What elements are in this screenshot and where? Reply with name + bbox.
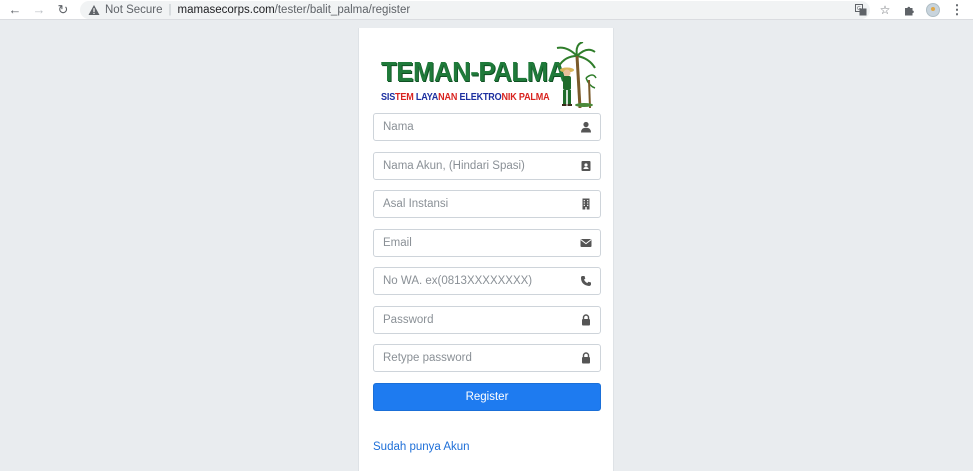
institution-input[interactable] [374, 191, 574, 217]
logo: TEMAN-PALMA SISTEM LAYANAN ELEKTRONIK PA… [381, 42, 597, 108]
forward-icon[interactable]: → [30, 1, 48, 19]
email-field[interactable] [373, 229, 601, 257]
profile-avatar[interactable] [923, 0, 943, 20]
palm-mascot-icon [556, 42, 597, 108]
translate-icon[interactable]: G [851, 0, 871, 20]
extensions-icon[interactable] [899, 0, 919, 20]
svg-text:G: G [857, 6, 861, 12]
lock-icon [582, 314, 590, 326]
user-icon [581, 121, 591, 133]
name-field[interactable] [373, 113, 601, 141]
building-icon [582, 198, 590, 210]
security-label[interactable]: Not Secure [105, 4, 163, 16]
name-input[interactable] [374, 114, 574, 140]
back-icon[interactable]: ← [6, 1, 24, 19]
retype-password-input[interactable] [374, 345, 574, 371]
phone-icon [581, 276, 591, 286]
warning-icon[interactable] [88, 4, 100, 16]
username-field[interactable] [373, 152, 601, 180]
password-field[interactable] [373, 306, 601, 334]
register-card: TEMAN-PALMA SISTEM LAYANAN ELEKTRONIK PA… [358, 28, 614, 471]
address-bar[interactable]: Not Secure | mamasecorps.com/tester/bali… [80, 0, 870, 19]
url-path: /tester/balit_palma/register [274, 3, 411, 16]
star-icon[interactable]: ☆ [875, 0, 895, 20]
kebab-menu-icon[interactable]: ⋮ [947, 0, 967, 20]
browser-toolbar: ← → ↻ Not Secure | mamasecorps.com/teste… [0, 0, 973, 20]
institution-field[interactable] [373, 190, 601, 218]
address-separator: | [168, 3, 172, 16]
url-host: mamasecorps.com [177, 3, 275, 16]
logo-subtitle: SISTEM LAYANAN ELEKTRONIK PALMA [381, 91, 550, 103]
envelope-icon [580, 239, 592, 247]
register-button[interactable]: Register [373, 383, 601, 411]
phone-input[interactable] [374, 268, 574, 294]
username-input[interactable] [374, 153, 574, 179]
password-input[interactable] [374, 307, 574, 333]
reload-icon[interactable]: ↻ [54, 1, 72, 19]
phone-field[interactable] [373, 267, 601, 295]
lock-icon [582, 352, 590, 364]
logo-title: TEMAN-PALMA [381, 56, 566, 87]
email-input[interactable] [374, 230, 574, 256]
login-link[interactable]: Sudah punya Akun [373, 441, 470, 453]
retype-password-field[interactable] [373, 344, 601, 372]
id-card-icon [581, 161, 591, 171]
